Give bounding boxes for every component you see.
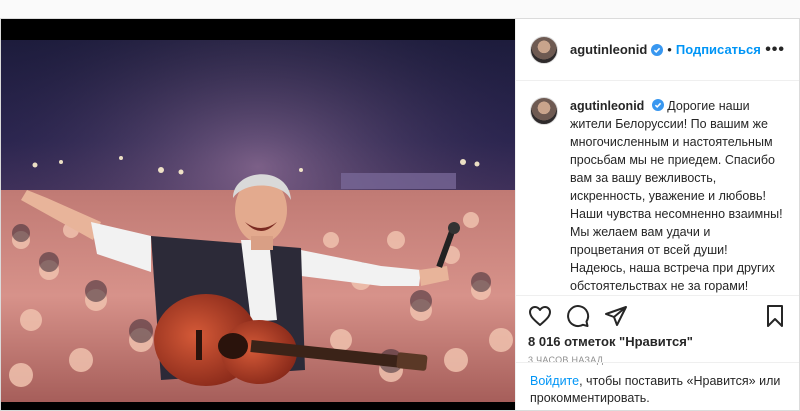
verified-badge-icon	[651, 99, 664, 111]
login-prompt: Войдите, чтобы поставить «Нравится» или …	[516, 362, 799, 410]
caption-username[interactable]: agutinleonid	[570, 99, 644, 113]
follow-button[interactable]: Подписаться	[676, 42, 761, 57]
concert-photo-illustration	[1, 40, 515, 402]
caption-text: Дорогие наши жители Белоруссии! По вашим…	[570, 99, 783, 293]
caption: agutinleonid Дорогие наши жители Белорус…	[570, 97, 785, 295]
username-link[interactable]: agutinleonid	[570, 42, 647, 57]
instagram-post: agutinleonid • Подписаться ••• agutinleo…	[0, 18, 800, 411]
post-sidebar: agutinleonid • Подписаться ••• agutinleo…	[515, 19, 799, 410]
action-bar	[516, 296, 799, 336]
caption-area: agutinleonid Дорогие наши жители Белорус…	[516, 81, 799, 295]
more-options-icon[interactable]: •••	[765, 41, 785, 59]
heart-icon[interactable]	[528, 304, 552, 328]
caption-avatar[interactable]	[530, 97, 558, 125]
separator-dot: •	[667, 42, 672, 57]
share-icon[interactable]	[604, 304, 628, 328]
post-header: agutinleonid • Подписаться •••	[516, 19, 799, 81]
login-link[interactable]: Войдите	[530, 374, 579, 388]
comment-icon[interactable]	[566, 304, 590, 328]
likes-count[interactable]: 8 016 отметок "Нравится"	[516, 334, 799, 349]
avatar[interactable]	[530, 35, 558, 64]
post-media	[1, 19, 515, 410]
bookmark-icon[interactable]	[763, 304, 787, 328]
concert-photo[interactable]	[1, 40, 515, 402]
verified-badge-icon	[651, 43, 664, 56]
